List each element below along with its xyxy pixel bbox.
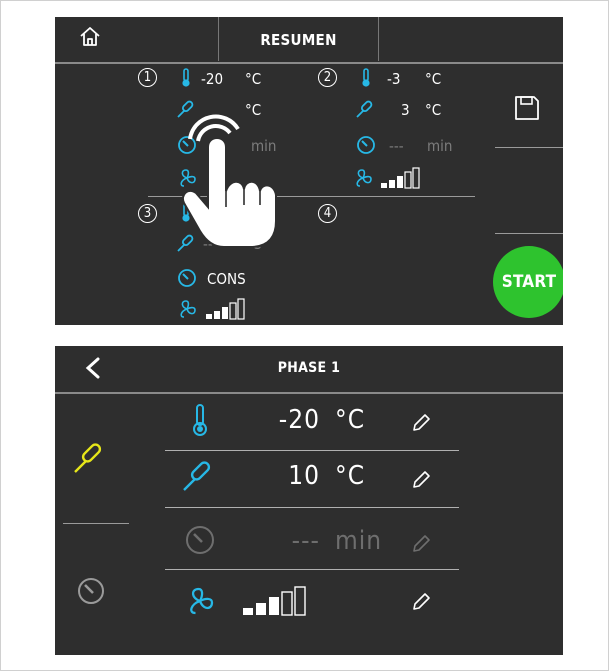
fan-speed-bars xyxy=(243,586,306,616)
side-divider xyxy=(495,233,563,234)
clock-icon xyxy=(357,136,375,154)
fan-speed-bars xyxy=(206,298,245,320)
header-rule xyxy=(55,62,563,64)
side-divider xyxy=(63,523,129,524)
thermometer-icon xyxy=(182,68,190,87)
phase2-temp-unit: °C xyxy=(425,70,442,88)
probe-temperature-unit: °C xyxy=(335,461,366,491)
header-rule xyxy=(55,392,563,394)
page-title: RESUMEN xyxy=(260,31,337,49)
start-button[interactable]: START xyxy=(493,246,563,318)
time-unit: min xyxy=(335,526,383,556)
resumen-screen: RESUMEN 1 -20 °C °C min 2 -3 °C 3 °C ---… xyxy=(55,17,563,325)
page-title: PHASE 1 xyxy=(277,360,341,376)
temperature-unit: °C xyxy=(335,405,366,435)
row-divider xyxy=(165,450,459,451)
phase1-temp-value: -20 xyxy=(201,70,224,88)
probe-icon xyxy=(356,100,373,118)
clock-icon xyxy=(178,269,196,287)
home-icon[interactable] xyxy=(79,25,101,51)
fan-icon xyxy=(190,587,214,615)
probe-icon xyxy=(183,461,211,491)
fan-icon xyxy=(356,169,372,187)
clock-icon xyxy=(186,526,214,554)
phase2-probe-unit: °C xyxy=(425,101,442,119)
pencil-icon[interactable] xyxy=(411,470,431,490)
phase1-temp-unit: °C xyxy=(245,70,262,88)
tap-hand-icon xyxy=(182,114,277,248)
thermometer-icon xyxy=(193,404,207,436)
row-divider xyxy=(165,507,459,508)
phase2-time-value: --- xyxy=(389,137,404,155)
phase2-time-unit: min xyxy=(427,137,453,155)
phase-number-1: 1 xyxy=(138,68,157,87)
phase2-probe-value: 3 xyxy=(401,101,410,119)
pencil-icon xyxy=(413,535,430,552)
probe-icon[interactable] xyxy=(72,441,106,475)
row-divider xyxy=(165,569,459,570)
header-divider xyxy=(378,17,379,61)
thermometer-icon xyxy=(362,68,370,87)
fan-icon xyxy=(180,300,196,318)
pencil-icon[interactable] xyxy=(411,592,431,612)
save-icon[interactable] xyxy=(514,95,540,121)
phase-number-4: 4 xyxy=(318,204,337,223)
phase-detail-screen: PHASE 1 -20 °C 10 °C --- min xyxy=(55,346,563,655)
phase2-temp-value: -3 xyxy=(387,70,401,88)
phase-number-3: 3 xyxy=(138,204,157,223)
side-divider xyxy=(495,147,563,148)
phase-number-2: 2 xyxy=(318,68,337,87)
clock-icon[interactable] xyxy=(77,577,105,605)
fan-speed-bars xyxy=(381,167,420,189)
phase3-time-value: CONS xyxy=(207,270,246,288)
temperature-value: -20 xyxy=(278,405,320,435)
pencil-icon[interactable] xyxy=(411,413,431,433)
probe-temperature-value: 10 xyxy=(288,461,320,491)
time-value: --- xyxy=(291,526,320,556)
